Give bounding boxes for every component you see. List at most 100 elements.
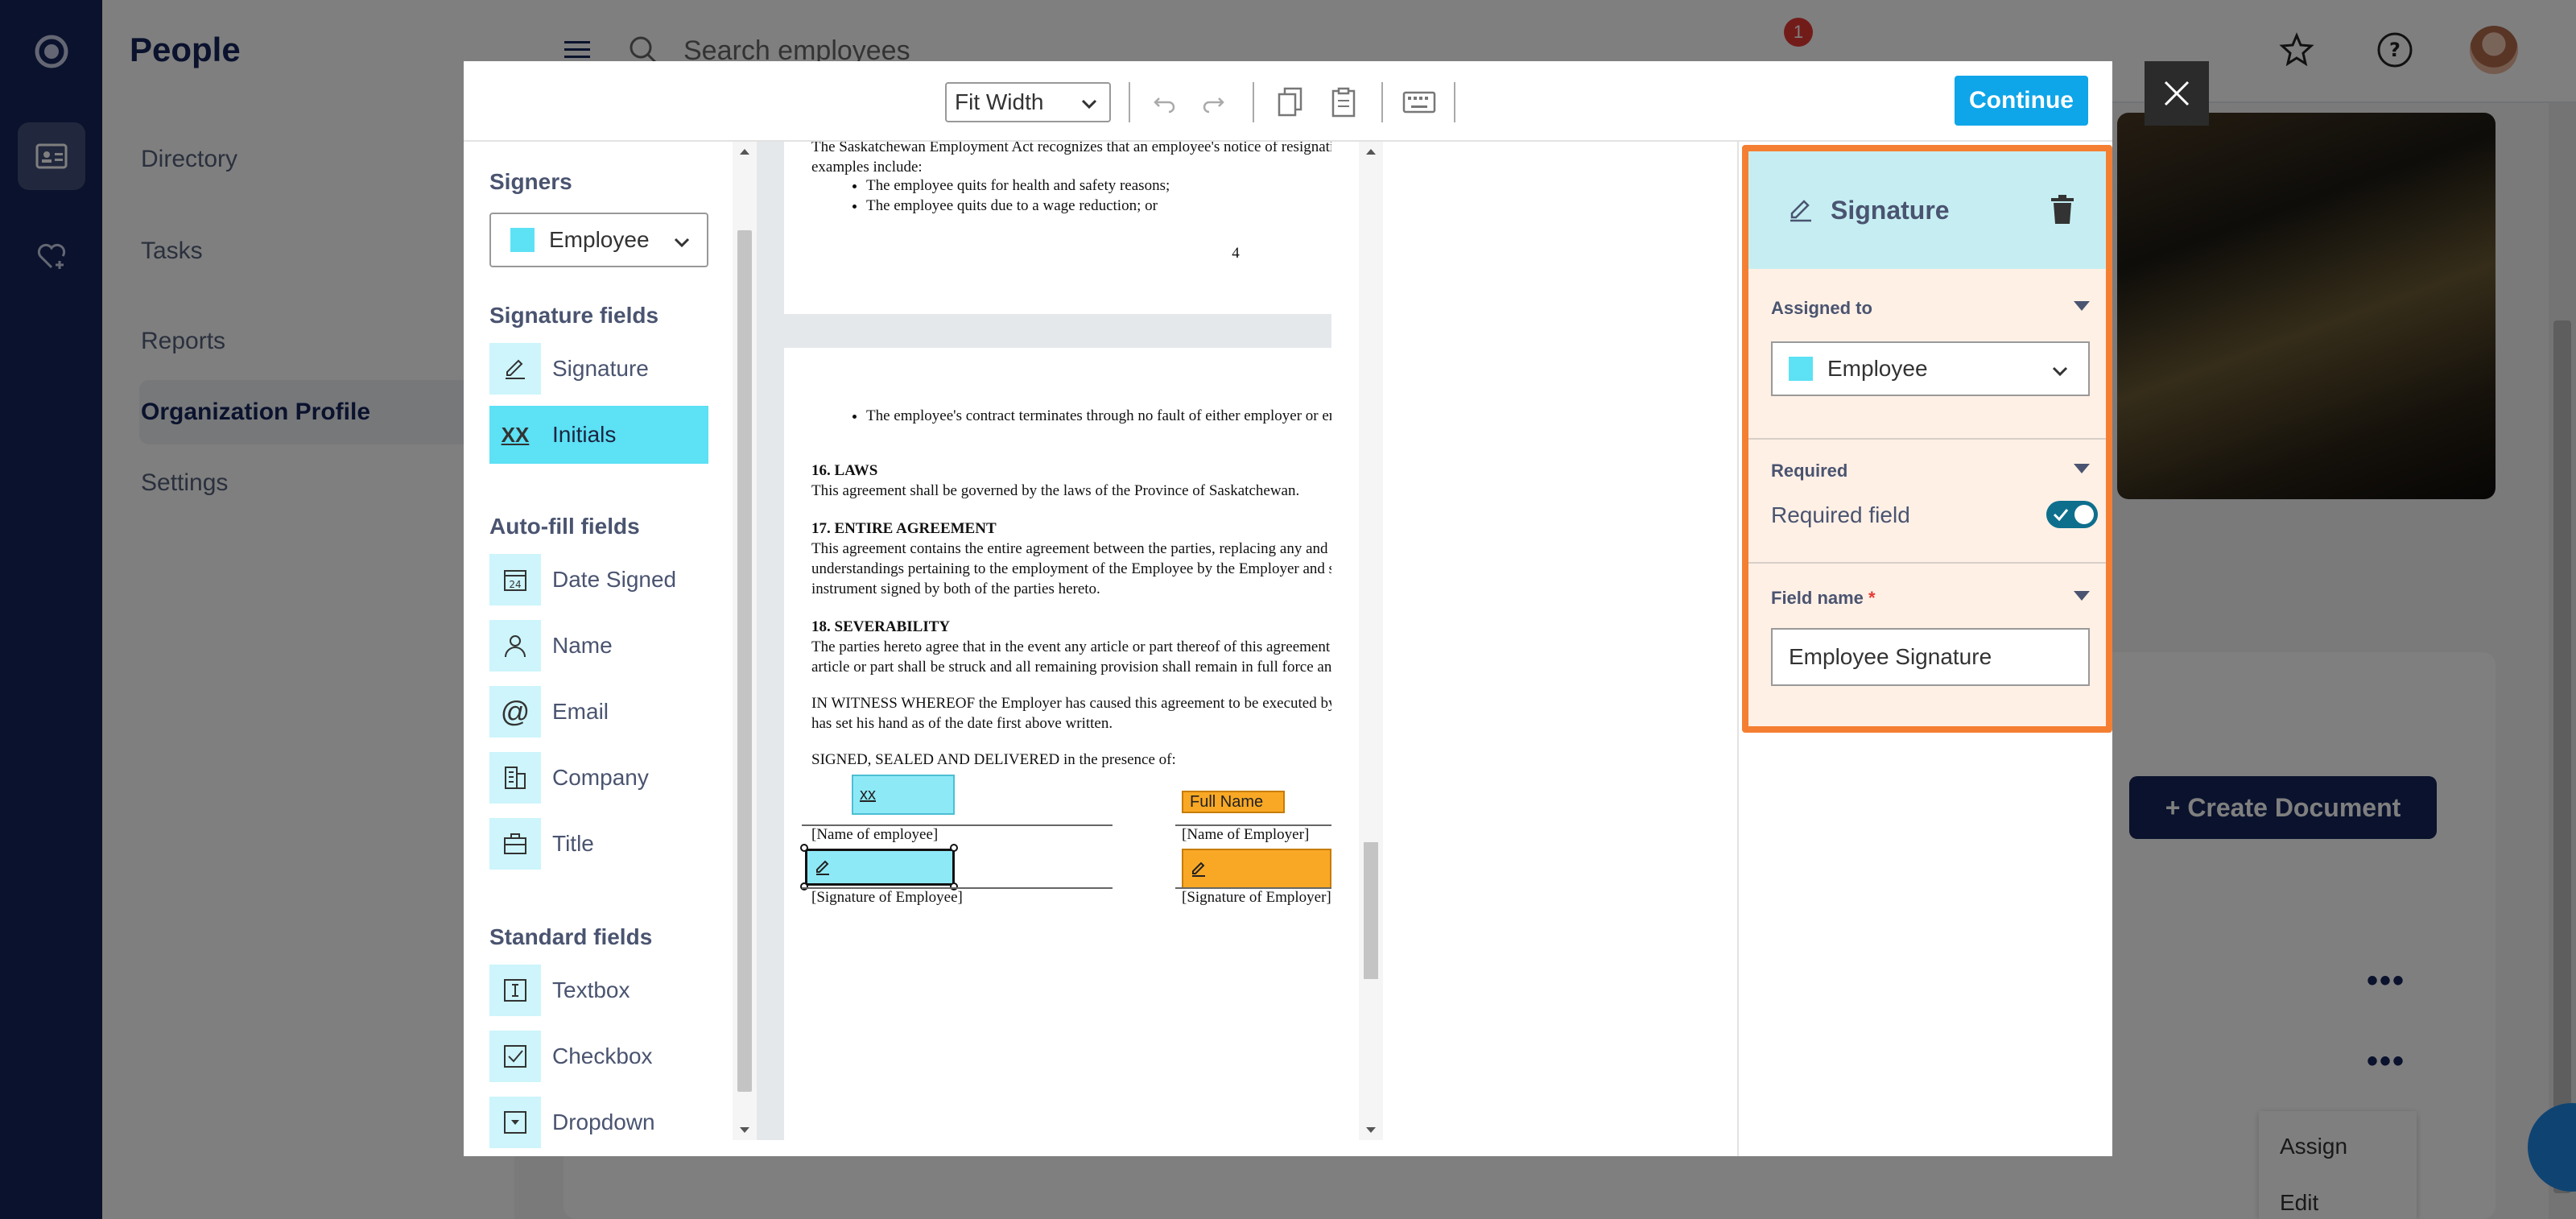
signer-selected-label: Employee [549, 227, 650, 252]
signer-select[interactable]: Employee [489, 213, 708, 267]
section-17-title: 17. ENTIRE AGREEMENT [811, 520, 997, 537]
field-label: Company [552, 765, 649, 790]
properties-panel: Signature Assigned to Employee Required … [1737, 142, 2112, 1156]
field-label: Dropdown [552, 1109, 655, 1134]
field-label: Initials [552, 422, 617, 447]
document-scrollbar[interactable] [1359, 142, 1383, 1140]
pen-icon [1790, 200, 1811, 222]
svg-text:24: 24 [509, 579, 521, 590]
document-editor-modal: Fit Width Continue Signers Employee Sign… [464, 61, 2112, 1156]
field-checkbox[interactable]: Checkbox [489, 1027, 708, 1085]
signature-of-employee-label: [Signature of Employee] [811, 889, 963, 906]
pen-icon [1192, 862, 1205, 877]
zoom-value: Fit Width [955, 89, 1044, 114]
continue-button[interactable]: Continue [1955, 76, 2088, 126]
employee-color-swatch [1789, 357, 1813, 381]
keyboard-icon[interactable] [1399, 82, 1439, 122]
checkbox-icon [489, 1031, 541, 1082]
required-label: Required [1771, 461, 1848, 481]
redo-icon[interactable] [1193, 82, 1233, 122]
trash-icon[interactable] [2048, 193, 2077, 225]
field-label: Date Signed [552, 567, 677, 592]
pen-icon [816, 860, 829, 875]
document-page-4: The Saskatchewan Employment Act recogniz… [784, 142, 1331, 314]
section-16-text: This agreement shall be governed by the … [811, 482, 1300, 499]
dropdown-icon [489, 1097, 541, 1148]
textbox-icon [489, 965, 541, 1016]
briefcase-icon [489, 818, 541, 870]
field-company[interactable]: Company [489, 749, 708, 807]
properties-title: Signature [1831, 195, 1950, 225]
close-modal-button[interactable] [2145, 61, 2209, 126]
field-dropdown[interactable]: Dropdown [489, 1093, 708, 1151]
editor-toolbar: Fit Width Continue [464, 61, 2112, 142]
chevron-down-icon [2052, 366, 2068, 377]
signed-text: SIGNED, SEALED AND DELIVERED in the pres… [811, 751, 1176, 768]
at-icon: @ [489, 686, 541, 738]
document-viewer: The Saskatchewan Employment Act recogniz… [757, 142, 1331, 1140]
employee-color-swatch [510, 228, 535, 252]
field-label: Email [552, 699, 609, 724]
section-18-title: 18. SEVERABILITY [811, 618, 951, 635]
person-icon [489, 620, 541, 671]
bullet-item: The employee's contract terminates throu… [866, 406, 1331, 426]
field-label: Title [552, 831, 594, 856]
field-name-input[interactable] [1771, 628, 2090, 686]
page-number: 4 [1232, 245, 1240, 262]
field-label: Signature [552, 356, 649, 381]
assigned-to-select[interactable]: Employee [1771, 341, 2090, 396]
name-of-employee-label: [Name of employee] [811, 826, 939, 843]
chevron-down-icon [674, 238, 690, 248]
undo-icon[interactable] [1145, 82, 1185, 122]
field-title[interactable]: Title [489, 815, 708, 873]
field-textbox[interactable]: Textbox [489, 961, 708, 1019]
signature-of-employer-label: [Signature of Employer] [1182, 889, 1331, 906]
field-name-label: Field name * [1771, 588, 1876, 608]
employee-signature-field-box[interactable] [805, 849, 955, 886]
check-icon [2053, 509, 2069, 522]
autofill-heading: Auto-fill fields [489, 514, 640, 539]
fields-panel-scrollbar[interactable] [733, 142, 757, 1140]
field-initials[interactable]: XX Initials [489, 406, 708, 464]
pen-icon [489, 343, 541, 395]
signers-heading: Signers [489, 169, 572, 194]
section-17-text: This agreement contains the entire agree… [811, 540, 1331, 597]
collapse-triangle-icon[interactable] [2074, 591, 2090, 601]
copy-icon[interactable] [1270, 82, 1311, 122]
field-date-signed[interactable]: 24 Date Signed [489, 551, 708, 609]
required-toggle[interactable] [2046, 501, 2098, 528]
field-label: Checkbox [552, 1043, 653, 1068]
collapse-triangle-icon[interactable] [2074, 464, 2090, 473]
field-signature[interactable]: Signature [489, 340, 708, 398]
section-18-text: The parties hereto agree that in the eve… [811, 638, 1331, 676]
required-field-label: Required field [1771, 502, 1910, 527]
page-text: The Saskatchewan Employment Act recogniz… [811, 142, 1331, 176]
page-bullets: The employee quits for health and safety… [811, 176, 1331, 216]
employer-signature-field-box[interactable] [1182, 849, 1331, 889]
document-page-5: The employee's contract terminates throu… [784, 348, 1331, 1140]
bullet-item: The employee quits due to a wage reducti… [866, 196, 1331, 216]
section-16-title: 16. LAWS [811, 462, 878, 479]
bullet-item: The employee quits for health and safety… [866, 176, 1331, 196]
close-icon [2164, 81, 2190, 106]
field-properties-card: Signature Assigned to Employee Required … [1742, 145, 2112, 733]
assigned-to-value: Employee [1827, 356, 1928, 381]
witness-text: IN WITNESS WHEREOF the Employer has caus… [811, 695, 1331, 732]
collapse-triangle-icon[interactable] [2074, 301, 2090, 311]
field-label: Name [552, 633, 613, 658]
signature-fields-heading: Signature fields [489, 303, 659, 328]
initials-field-box[interactable]: xx [852, 775, 955, 815]
standard-heading: Standard fields [489, 924, 653, 949]
zoom-select[interactable]: Fit Width [945, 82, 1111, 122]
initials-xx-icon: XX [501, 422, 530, 447]
calendar-icon: 24 [489, 554, 541, 605]
paste-icon[interactable] [1323, 82, 1364, 122]
assigned-to-label: Assigned to [1771, 298, 1872, 318]
employer-fullname-field-box[interactable]: Full Name [1182, 791, 1285, 813]
properties-header: Signature [1748, 151, 2106, 269]
fields-panel: Signers Employee Signature fields Signat… [464, 142, 733, 1156]
name-of-employer-label: [Name of Employer] [1182, 826, 1310, 843]
chevron-down-icon [1081, 99, 1097, 110]
field-email[interactable]: @ Email [489, 683, 708, 741]
field-name[interactable]: Name [489, 617, 708, 675]
